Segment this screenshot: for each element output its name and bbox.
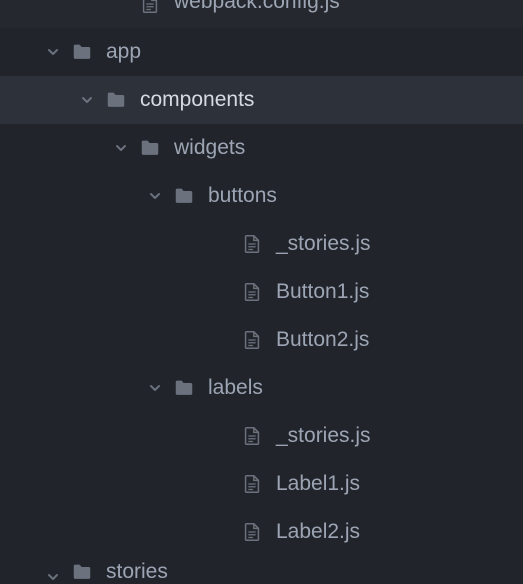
tree-item-label: buttons — [208, 184, 277, 208]
file-icon — [240, 328, 264, 352]
tree-item-label: widgets — [174, 136, 245, 160]
tree-row-folder-stories[interactable]: stories — [0, 556, 523, 584]
chevron-down-icon[interactable] — [80, 93, 94, 107]
tree-item-label: Button2.js — [276, 328, 369, 352]
folder-icon — [172, 376, 196, 400]
tree-row-folder-components[interactable]: components — [0, 76, 523, 124]
file-icon — [240, 232, 264, 256]
file-icon — [240, 520, 264, 544]
file-icon — [240, 472, 264, 496]
chevron-down-icon[interactable] — [46, 45, 60, 59]
tree-item-label: webpack.config.js — [174, 0, 340, 14]
tree-row-folder-labels[interactable]: labels — [0, 364, 523, 412]
tree-item-label: Label2.js — [276, 520, 360, 544]
tree-row-file-button1-js[interactable]: Button1.js — [0, 268, 523, 316]
tree-item-label: app — [106, 40, 141, 64]
tree-row-file-label2-js[interactable]: Label2.js — [0, 508, 523, 556]
tree-row-file-webpack-config-js[interactable]: webpack.config.js — [0, 0, 523, 28]
chevron-down-icon[interactable] — [148, 381, 162, 395]
file-icon — [240, 424, 264, 448]
tree-row-folder-app[interactable]: app — [0, 28, 523, 76]
tree-item-label: components — [140, 88, 254, 112]
file-icon — [138, 0, 162, 16]
tree-item-label: Button1.js — [276, 280, 369, 304]
tree-row-folder-buttons[interactable]: buttons — [0, 172, 523, 220]
tree-item-label: _stories.js — [276, 232, 371, 256]
tree-row-file-label1-js[interactable]: Label1.js — [0, 460, 523, 508]
chevron-down-icon[interactable] — [46, 570, 60, 584]
tree-row-file--stories-js[interactable]: _stories.js — [0, 220, 523, 268]
file-icon — [240, 280, 264, 304]
tree-item-label: _stories.js — [276, 424, 371, 448]
tree-item-label: Label1.js — [276, 472, 360, 496]
folder-icon — [70, 560, 94, 584]
tree-row-file-button2-js[interactable]: Button2.js — [0, 316, 523, 364]
chevron-down-icon[interactable] — [114, 141, 128, 155]
tree-row-folder-widgets[interactable]: widgets — [0, 124, 523, 172]
folder-icon — [138, 136, 162, 160]
folder-icon — [104, 88, 128, 112]
tree-item-label: labels — [208, 376, 263, 400]
tree-row-file--stories-js[interactable]: _stories.js — [0, 412, 523, 460]
chevron-down-icon[interactable] — [148, 189, 162, 203]
folder-icon — [70, 40, 94, 64]
tree-item-label: stories — [106, 560, 168, 584]
folder-icon — [172, 184, 196, 208]
